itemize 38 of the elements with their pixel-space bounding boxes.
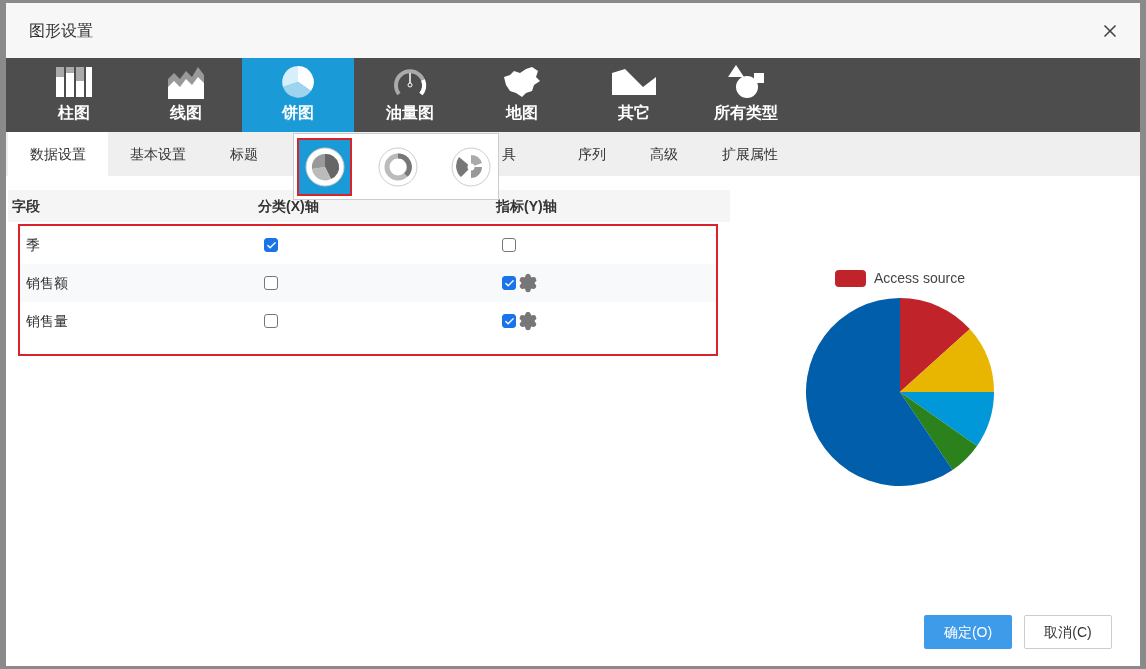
chart-type-tab[interactable]: 线图	[130, 58, 242, 132]
checkbox[interactable]	[264, 238, 278, 252]
chart-type-tab[interactable]: 所有类型	[690, 58, 802, 132]
chart-type-tab[interactable]: 其它	[578, 58, 690, 132]
chart-type-tab[interactable]: 地图	[466, 58, 578, 132]
chart-type-tab[interactable]: 油量图	[354, 58, 466, 132]
settings-tab[interactable]: 扩展属性	[700, 132, 800, 176]
settings-icon[interactable]	[518, 311, 538, 331]
shapes-icon	[726, 65, 766, 99]
checkbox[interactable]	[264, 276, 278, 290]
settings-icon[interactable]	[518, 273, 538, 293]
bar-chart-icon	[54, 65, 94, 99]
settings-tab[interactable]: 标题	[208, 132, 280, 176]
map-icon	[502, 65, 542, 99]
column-header: 指标(Y)轴	[496, 196, 558, 216]
pie-variant-option[interactable]	[297, 137, 352, 196]
settings-tab[interactable]: 数据设置	[8, 132, 108, 176]
field-name: 销售额	[26, 273, 69, 293]
chart-type-tab[interactable]: 柱图	[18, 58, 130, 132]
column-header: 分类(X)轴	[258, 196, 320, 216]
checkbox[interactable]	[264, 314, 278, 328]
area-chart-icon	[166, 65, 206, 99]
rose-chart-icon	[450, 146, 491, 187]
dialog-title: 图形设置	[29, 20, 93, 41]
donut-chart-icon	[377, 146, 418, 187]
settings-tab[interactable]: 序列	[556, 132, 628, 176]
settings-tab[interactable]: 具	[502, 132, 556, 176]
settings-tab[interactable]: 基本设置	[108, 132, 208, 176]
cancel-button[interactable]: 取消(C)	[1024, 615, 1112, 649]
field-name: 季	[26, 235, 41, 255]
checkbox[interactable]	[502, 276, 516, 290]
settings-tab[interactable]: 高级	[628, 132, 700, 176]
field-name: 销售量	[26, 311, 69, 331]
legend-label: Access source	[873, 269, 965, 288]
pie-chart-icon	[304, 146, 345, 187]
checkbox[interactable]	[502, 314, 516, 328]
column-header: 字段	[12, 196, 41, 216]
checkbox[interactable]	[502, 238, 516, 252]
